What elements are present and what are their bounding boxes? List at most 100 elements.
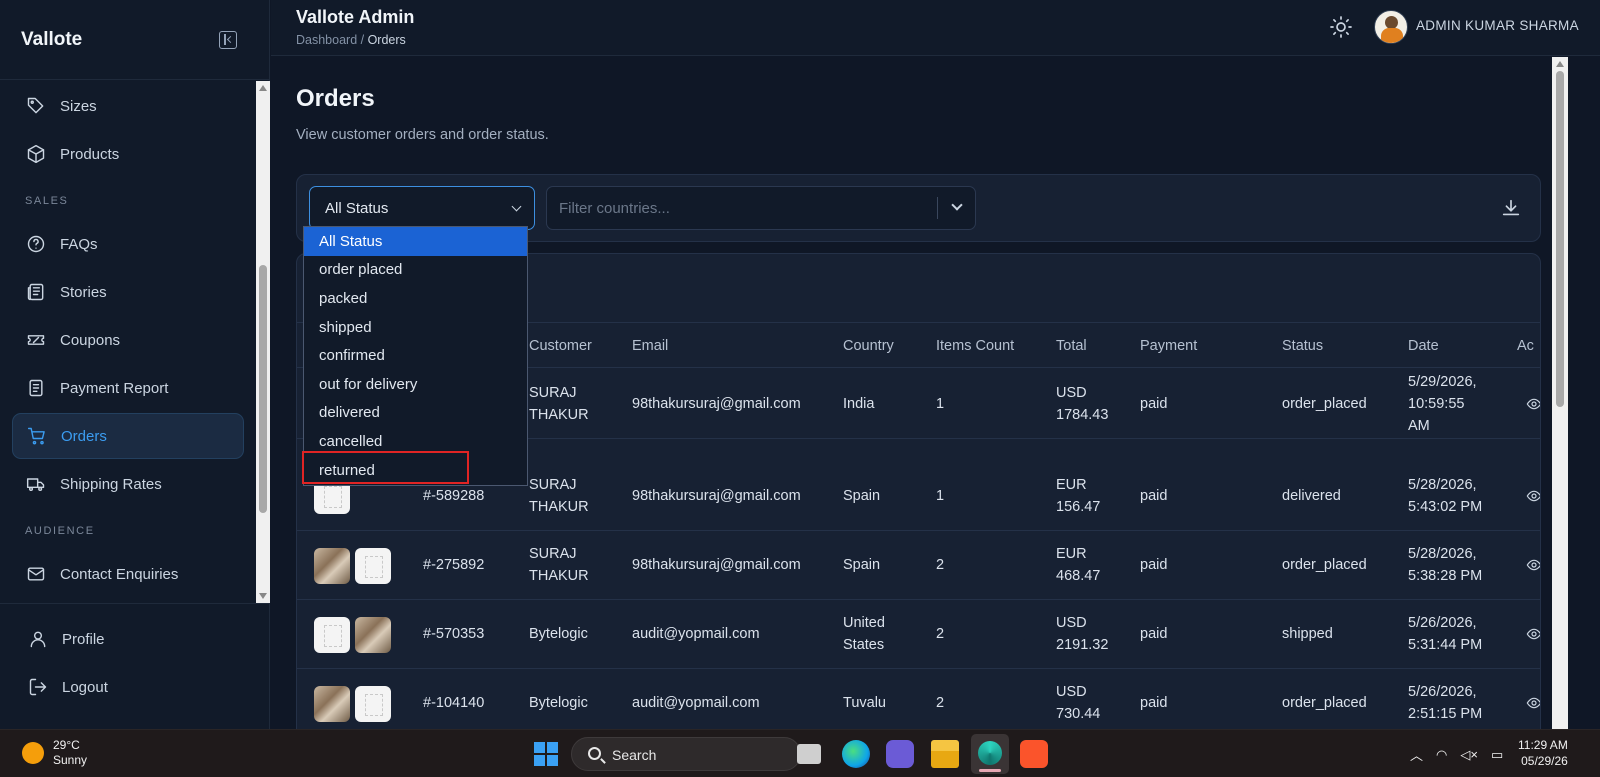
sidebar-item-coupons[interactable]: Coupons [12, 317, 244, 363]
scroll-down-icon[interactable] [259, 593, 267, 599]
sidebar-item-faqs[interactable]: FAQs [12, 221, 244, 267]
sidebar-item-shipping-rates[interactable]: Shipping Rates [12, 461, 244, 507]
customer-name: SURAJ THAKUR [529, 477, 589, 515]
product-thumbnail [314, 548, 350, 584]
payment-status: paid [1140, 695, 1168, 711]
sun-icon[interactable] [1329, 15, 1353, 39]
task-view-icon[interactable] [797, 744, 821, 764]
sidebar-nav: Sizes Products SALES FAQs Stories Coupon… [0, 81, 256, 603]
sidebar-item-sizes[interactable]: Sizes [12, 83, 244, 129]
scrollbar-thumb[interactable] [1556, 71, 1564, 407]
wifi-icon[interactable]: ◠ [1436, 747, 1447, 763]
chevron-down-icon[interactable] [951, 199, 963, 211]
sidebar-item-orders[interactable]: Orders [12, 413, 244, 459]
country-filter-input[interactable]: Filter countries... [546, 186, 976, 230]
sidebar-item-label: Coupons [60, 331, 121, 349]
order-date: 5/26/2026, 2:51:15 PM [1408, 684, 1483, 722]
order-id: #-570353 [423, 626, 485, 642]
sidebar-collapse-icon[interactable] [219, 30, 237, 49]
taskbar-clock[interactable]: 11:29 AM 05/29/26 [1518, 737, 1568, 769]
status-option-packed[interactable]: packed [304, 284, 527, 313]
chevron-up-icon[interactable]: ︿ [1410, 745, 1423, 764]
weather-widget[interactable]: 29°C Sunny [22, 738, 87, 768]
status-option-all[interactable]: All Status [304, 227, 527, 256]
sidebar-item-payment-report[interactable]: Payment Report [12, 365, 244, 411]
status-option-order-placed[interactable]: order placed [304, 256, 527, 285]
eye-icon[interactable] [1526, 396, 1540, 412]
battery-icon[interactable]: ▭ [1491, 747, 1503, 763]
col-payment[interactable]: Payment [1140, 338, 1197, 354]
windows-start-icon[interactable] [534, 742, 558, 766]
col-country[interactable]: Country [843, 338, 894, 354]
col-customer[interactable]: Customer [529, 338, 592, 354]
table-row[interactable]: #-275892 SURAJ THAKUR 98thakursuraj@gmail… [297, 530, 1540, 600]
sidebar-item-logout[interactable]: Logout [14, 664, 256, 710]
col-actions: Ac [1517, 338, 1534, 354]
sidebar-item-contact-enquiries[interactable]: Contact Enquiries [12, 551, 244, 597]
status-option-confirmed[interactable]: confirmed [304, 341, 527, 370]
taskbar-search[interactable]: Search [571, 737, 801, 771]
col-date[interactable]: Date [1408, 338, 1439, 354]
country: India [843, 396, 875, 412]
status-option-cancelled[interactable]: cancelled [304, 427, 527, 456]
sidebar: Vallote Sizes Products SALES FAQs Storie… [0, 0, 270, 729]
scrollbar-thumb[interactable] [259, 265, 267, 513]
user-name[interactable]: ADMIN KUMAR SHARMA [1416, 18, 1579, 33]
items-count: 2 [936, 626, 945, 642]
status-select[interactable]: All Status [309, 186, 535, 230]
page-subtitle: View customer orders and order status. [296, 127, 549, 143]
app-tab-active[interactable] [971, 734, 1009, 774]
download-icon[interactable] [1500, 197, 1522, 219]
section-label-audience: AUDIENCE [25, 525, 95, 537]
col-items-count[interactable]: Items Count [936, 338, 1014, 354]
sidebar-item-label: Stories [60, 283, 107, 301]
col-status[interactable]: Status [1282, 338, 1323, 354]
items-count: 1 [936, 396, 945, 412]
file-explorer-icon[interactable] [931, 740, 959, 768]
brand-logo: Vallote [21, 28, 83, 50]
status-option-returned[interactable]: returned [304, 456, 527, 485]
sidebar-item-profile[interactable]: Profile [14, 616, 256, 662]
user-icon [28, 629, 48, 649]
speaker-muted-icon[interactable]: ◁× [1460, 747, 1478, 763]
page-scrollbar[interactable] [1552, 57, 1568, 729]
col-total[interactable]: Total [1056, 338, 1087, 354]
customer-name: SURAJ THAKUR [529, 546, 589, 584]
payment-status: paid [1140, 557, 1168, 573]
status-option-out-for-delivery[interactable]: out for delivery [304, 370, 527, 399]
avatar[interactable] [1374, 10, 1408, 44]
customer-name: SURAJ THAKUR [529, 385, 589, 423]
table-row[interactable]: #-104140 Bytelogic audit@yopmail.com Tuv… [297, 668, 1540, 729]
sidebar-item-stories[interactable]: Stories [12, 269, 244, 315]
order-total: USD 2191.32 [1056, 615, 1109, 653]
teams-icon[interactable] [886, 740, 914, 768]
sidebar-item-label: Orders [61, 427, 107, 445]
status-option-delivered[interactable]: delivered [304, 399, 527, 428]
order-status: order_placed [1282, 396, 1367, 412]
order-total: USD 730.44 [1056, 684, 1101, 722]
eye-icon[interactable] [1526, 626, 1540, 642]
scroll-up-icon[interactable] [1556, 61, 1564, 67]
sidebar-item-products[interactable]: Products [12, 131, 244, 177]
table-row[interactable]: #-570353 Bytelogic audit@yopmail.com Uni… [297, 599, 1540, 669]
status-option-shipped[interactable]: shipped [304, 313, 527, 342]
brave-browser-icon[interactable] [1020, 740, 1048, 768]
breadcrumb-root[interactable]: Dashboard [296, 33, 357, 47]
sidebar-item-label: Sizes [60, 97, 97, 115]
sidebar-scrollbar[interactable] [256, 81, 270, 603]
order-total: USD 1784.43 [1056, 385, 1109, 423]
payment-status: paid [1140, 626, 1168, 642]
order-id: #-104140 [423, 695, 485, 711]
scroll-up-icon[interactable] [259, 85, 267, 91]
search-icon [588, 747, 601, 760]
eye-icon[interactable] [1526, 488, 1540, 504]
top-header: Vallote Admin Dashboard / Orders ADMIN K… [271, 0, 1600, 56]
edge-browser-icon[interactable] [842, 740, 870, 768]
product-thumbnail [314, 617, 350, 653]
eye-icon[interactable] [1526, 557, 1540, 573]
product-thumbnail [314, 686, 350, 722]
windsurf-icon [978, 741, 1002, 765]
eye-icon[interactable] [1526, 695, 1540, 711]
sidebar-item-label: Payment Report [60, 379, 169, 397]
col-email[interactable]: Email [632, 338, 668, 354]
